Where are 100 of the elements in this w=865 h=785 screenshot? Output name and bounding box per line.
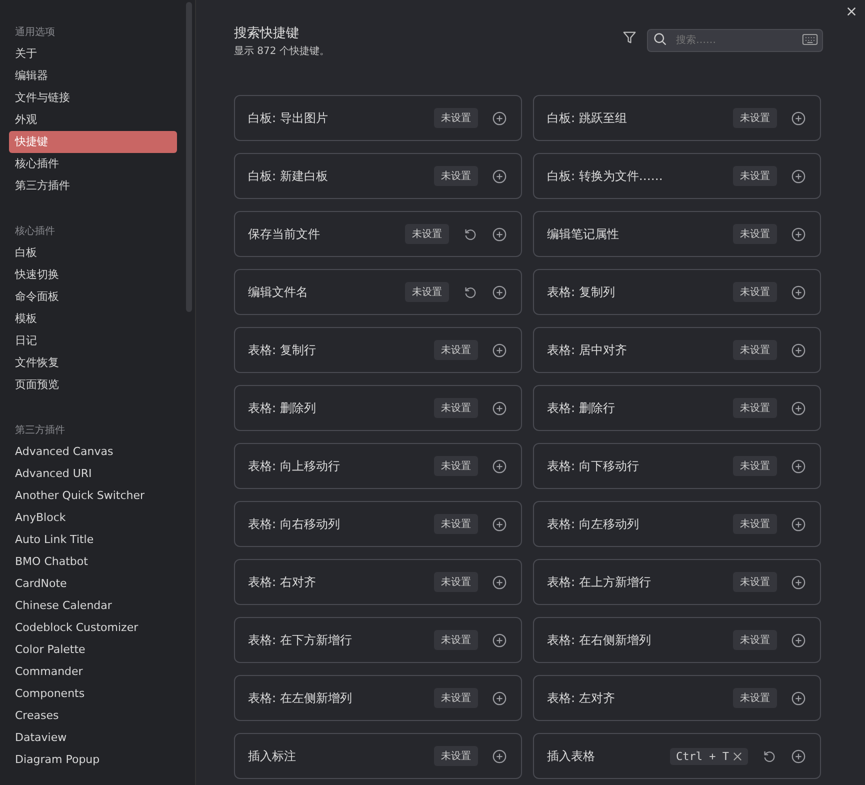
command-name: 表格: 在上方新增行	[547, 574, 652, 590]
command-name: 插入表格	[547, 748, 596, 764]
sidebar-item[interactable]: 文件与链接	[9, 87, 177, 109]
filter-icon[interactable]	[622, 30, 637, 45]
hotkey-count: 显示 872 个快捷键。	[234, 44, 330, 58]
unset-badge: 未设置	[405, 282, 449, 302]
command-name: 表格: 向右移动列	[248, 516, 341, 532]
reset-icon[interactable]	[463, 284, 478, 300]
unset-badge: 未设置	[434, 688, 478, 708]
add-icon[interactable]	[791, 516, 806, 532]
command-name: 保存当前文件	[248, 226, 321, 242]
add-icon[interactable]	[791, 284, 806, 300]
add-icon[interactable]	[492, 516, 507, 532]
command-name: 表格: 复制列	[547, 284, 616, 300]
unset-badge: 未设置	[434, 514, 478, 534]
unset-badge: 未设置	[434, 398, 478, 418]
sidebar-item[interactable]: Diagram Popup	[9, 749, 177, 771]
add-icon[interactable]	[492, 748, 507, 764]
command-name: 表格: 右对齐	[248, 574, 317, 590]
close-icon[interactable]	[846, 6, 857, 17]
sidebar-item[interactable]: BMO Chatbot	[9, 551, 177, 573]
add-icon[interactable]	[492, 226, 507, 242]
sidebar-item[interactable]: 快捷键	[9, 131, 177, 153]
command-name: 插入标注	[248, 748, 297, 764]
add-icon[interactable]	[791, 342, 806, 358]
add-icon[interactable]	[492, 168, 507, 184]
unset-badge: 未设置	[733, 398, 777, 418]
add-icon[interactable]	[791, 400, 806, 416]
add-icon[interactable]	[791, 690, 806, 706]
unset-badge: 未设置	[434, 108, 478, 128]
add-icon[interactable]	[492, 632, 507, 648]
add-icon[interactable]	[791, 168, 806, 184]
command-name: 表格: 在右侧新增列	[547, 632, 652, 648]
add-icon[interactable]	[791, 458, 806, 474]
command-name: 编辑文件名	[248, 284, 309, 300]
keyboard-icon[interactable]	[802, 33, 818, 46]
sidebar-item[interactable]: Advanced Canvas	[9, 441, 177, 463]
unset-badge: 未设置	[733, 572, 777, 592]
sidebar-item[interactable]: 核心插件	[9, 153, 177, 175]
sidebar-item[interactable]: 编辑器	[9, 65, 177, 87]
sidebar-item[interactable]: 日记	[9, 330, 177, 352]
sidebar-item[interactable]: 快速切换	[9, 264, 177, 286]
add-icon[interactable]	[492, 574, 507, 590]
add-icon[interactable]	[492, 458, 507, 474]
command-name: 表格: 在左侧新增列	[248, 690, 353, 706]
sidebar-item[interactable]: Commander	[9, 661, 177, 683]
reset-icon[interactable]	[463, 226, 478, 242]
sidebar-item[interactable]: Dataview	[9, 727, 177, 749]
add-icon[interactable]	[492, 110, 507, 126]
sidebar-item[interactable]: 第三方插件	[9, 175, 177, 197]
sidebar-item[interactable]: Creases	[9, 705, 177, 727]
unset-badge: 未设置	[733, 688, 777, 708]
add-icon[interactable]	[492, 284, 507, 300]
unset-badge: 未设置	[733, 224, 777, 244]
section-heading: 通用选项	[14, 27, 56, 38]
sidebar-item[interactable]: Codeblock Customizer	[9, 617, 177, 639]
sidebar-item[interactable]: Auto Link Title	[9, 529, 177, 551]
command-name: 表格: 复制行	[248, 342, 317, 358]
sidebar-item[interactable]: 文件恢复	[9, 352, 177, 374]
hotkey-chip[interactable]: Ctrl + T	[670, 748, 748, 764]
sidebar-item[interactable]: Advanced URI	[9, 463, 177, 485]
unset-badge: 未设置	[733, 166, 777, 186]
sidebar-item[interactable]: CardNote	[9, 573, 177, 595]
unset-badge: 未设置	[733, 456, 777, 476]
add-icon[interactable]	[492, 342, 507, 358]
sidebar-item[interactable]: 关于	[9, 43, 177, 65]
scrollbar[interactable]	[186, 2, 192, 312]
add-icon[interactable]	[791, 226, 806, 242]
sidebar-item[interactable]: 页面预览	[9, 374, 177, 396]
command-name: 表格: 删除行	[547, 400, 616, 416]
search-field[interactable]: 搜索……	[647, 29, 823, 52]
command-name: 表格: 居中对齐	[547, 342, 628, 358]
command-name: 表格: 向左移动列	[547, 516, 640, 532]
add-icon[interactable]	[492, 690, 507, 706]
sidebar-item[interactable]: Color Palette	[9, 639, 177, 661]
command-name: 白板: 新建白板	[248, 168, 329, 184]
unset-badge: 未设置	[733, 514, 777, 534]
add-icon[interactable]	[791, 110, 806, 126]
section-heading: 第三方插件	[14, 425, 66, 436]
sidebar-item[interactable]: Components	[9, 683, 177, 705]
add-icon[interactable]	[791, 574, 806, 590]
command-name: 表格: 向下移动行	[547, 458, 640, 474]
sidebar-item[interactable]: Chinese Calendar	[9, 595, 177, 617]
section-heading: 核心插件	[14, 226, 56, 237]
sidebar-item[interactable]: 模板	[9, 308, 177, 330]
remove-icon[interactable]	[733, 752, 742, 760]
add-icon[interactable]	[791, 748, 806, 764]
add-icon[interactable]	[791, 632, 806, 648]
sidebar-item[interactable]: 白板	[9, 242, 177, 264]
sidebar-item[interactable]: AnyBlock	[9, 507, 177, 529]
command-name: 表格: 删除列	[248, 400, 317, 416]
command-name: 表格: 在下方新增行	[248, 632, 353, 648]
sidebar-item[interactable]: 外观	[9, 109, 177, 131]
unset-badge: 未设置	[434, 340, 478, 360]
sidebar-item[interactable]: Another Quick Switcher	[9, 485, 177, 507]
reset-icon[interactable]	[762, 748, 777, 764]
unset-badge: 未设置	[434, 456, 478, 476]
unset-badge: 未设置	[434, 572, 478, 592]
add-icon[interactable]	[492, 400, 507, 416]
sidebar-item[interactable]: 命令面板	[9, 286, 177, 308]
